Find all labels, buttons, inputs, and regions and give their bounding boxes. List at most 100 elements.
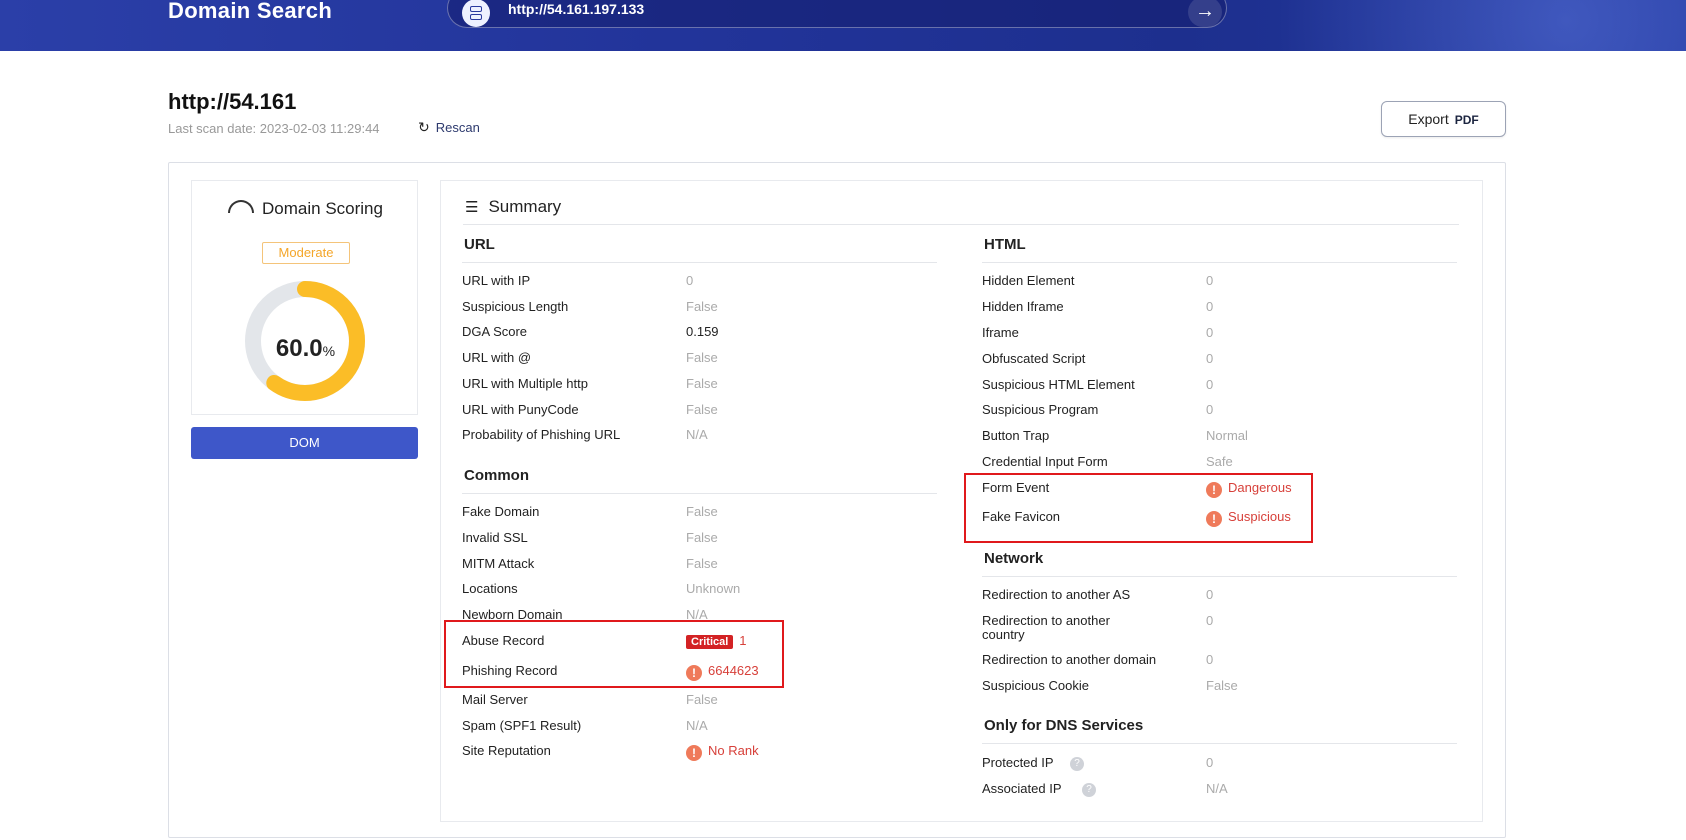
common-row: Site Reputation! No Rank (462, 743, 922, 763)
domain-scoring-title: Domain Scoring (192, 199, 419, 219)
rescan-link[interactable]: ↻ Rescan (418, 119, 480, 136)
url-row-value: False (686, 375, 718, 391)
url-input[interactable]: http://54.161.197.133 (508, 1, 644, 17)
common-row-label: Spam (SPF1 Result) (462, 718, 582, 733)
common-row-value: N/A (686, 718, 708, 733)
html-row-label: Suspicious HTML Element (982, 377, 1135, 392)
html-row: Suspicious HTML Element 0 (982, 377, 1442, 397)
dns-row-label: Associated IP (982, 781, 1062, 796)
common-row: MITM Attack False (462, 556, 922, 576)
common-row-label: Invalid SSL (462, 530, 528, 545)
help-icon[interactable]: ? (1082, 783, 1096, 797)
highlight-common-records (444, 620, 784, 688)
search-submit-button[interactable]: → (1188, 0, 1222, 27)
html-row-label: Button Trap (982, 428, 1050, 443)
html-row-label: Credential Input Form (982, 454, 1108, 469)
html-row: Obfuscated Script 0 (982, 351, 1442, 371)
dns-section-title: Only for DNS Services (984, 717, 1144, 734)
dns-row-value: N/A (1206, 781, 1228, 796)
url-row: URL with Multiple http False (462, 376, 922, 396)
score-unit: % (322, 343, 336, 359)
html-row: Credential Input Form Safe (982, 454, 1442, 474)
url-row-label: URL with @ (462, 350, 532, 366)
html-row-value: 0 (1206, 402, 1214, 417)
common-row-label: Mail Server (462, 692, 528, 707)
highlight-html-events (964, 473, 1313, 543)
network-row-value: False (1206, 678, 1238, 693)
common-row: Spam (SPF1 Result) N/A (462, 718, 922, 738)
html-row-value: 0 (1206, 325, 1214, 340)
gauge-icon (228, 200, 255, 213)
html-row: Iframe 0 (982, 325, 1442, 345)
network-row: Redirection to another country 0 (982, 613, 1442, 642)
score-number: 60.0 (275, 335, 323, 362)
dom-button[interactable]: DOM (191, 427, 418, 459)
url-row: URL with PunyCode False (462, 402, 922, 422)
common-row: Mail Server False (462, 692, 922, 712)
page-title: http://54.161 (168, 89, 297, 114)
html-section-divider (982, 262, 1457, 263)
score-value: 60.0% (192, 335, 419, 363)
url-row-label: URL with IP (462, 273, 531, 288)
common-row-value: False (686, 692, 718, 707)
html-row: Hidden Element 0 (982, 273, 1442, 293)
warning-icon: ! (686, 745, 702, 761)
common-row-value: False (686, 556, 718, 571)
dns-row-value: 0 (1206, 755, 1214, 770)
html-row-value: Safe (1206, 454, 1233, 469)
url-row-value: 0 (686, 273, 694, 288)
common-row: Locations Unknown (462, 581, 922, 601)
html-row-label: Suspicious Program (982, 402, 1099, 417)
url-row: Suspicious Length False (462, 299, 922, 319)
url-row: URL with @ False (462, 350, 922, 370)
html-row-label: Hidden Element (982, 273, 1075, 288)
url-row-label: DGA Score (462, 324, 528, 340)
network-row-label: Suspicious Cookie (982, 678, 1089, 693)
common-row-value: ! No Rank (686, 743, 759, 761)
network-section-title: Network (984, 550, 1044, 567)
common-row-value-text: No Rank (708, 743, 759, 758)
url-row: Probability of Phishing URL N/A (462, 427, 922, 447)
checklist-icon: ☰ (465, 199, 479, 216)
url-section-divider (462, 262, 937, 263)
common-row-value: False (686, 504, 718, 519)
html-section-title: HTML (984, 236, 1026, 253)
html-row-value: 0 (1206, 351, 1214, 366)
url-row: DGA Score 0.159 (462, 324, 922, 344)
risk-level-badge: Moderate (262, 242, 350, 264)
help-icon[interactable]: ? (1070, 757, 1084, 771)
common-row-label: MITM Attack (462, 556, 535, 571)
dns-row-label: Protected IP (982, 755, 1054, 770)
export-label: Export (1408, 111, 1449, 127)
network-section-divider (982, 576, 1457, 577)
html-row-label: Iframe (982, 325, 1019, 340)
rescan-label: Rescan (435, 120, 480, 135)
url-row-label: Suspicious Length (462, 298, 569, 314)
network-row-label-line2: country (982, 627, 1025, 642)
dns-row: Associated IP? N/A (982, 781, 1442, 801)
network-row-value: 0 (1206, 652, 1214, 667)
url-row-label: URL with PunyCode (462, 401, 579, 417)
export-pdf-button[interactable]: Export PDF (1381, 101, 1506, 137)
brand-title: Domain Search (168, 0, 333, 23)
common-section-divider (462, 493, 937, 494)
common-row-label: Locations (462, 581, 518, 596)
network-row-label: Redirection to another domain (982, 652, 1157, 667)
top-bar: Domain Search http://54.161.197.133 → (0, 0, 1686, 51)
network-row: Redirection to another domain 0 (982, 652, 1442, 672)
url-row-value: False (686, 298, 718, 314)
network-row-label: Redirection to another AS (982, 587, 1131, 602)
url-row-label: URL with Multiple http (462, 375, 588, 391)
html-row-label: Hidden Iframe (982, 299, 1064, 314)
url-row-value: 0.159 (686, 324, 719, 340)
summary-divider (463, 224, 1459, 225)
common-row-value: Unknown (686, 581, 741, 596)
html-row-value: 0 (1206, 299, 1214, 314)
common-row-label: Fake Domain (462, 504, 540, 519)
url-row-label: Probability of Phishing URL (462, 427, 621, 443)
html-row: Button Trap Normal (982, 428, 1442, 448)
url-row-value: False (686, 350, 718, 366)
url-search-bar[interactable]: http://54.161.197.133 → (447, 0, 1227, 28)
url-section-title: URL (464, 236, 495, 253)
export-format: PDF (1454, 113, 1479, 127)
